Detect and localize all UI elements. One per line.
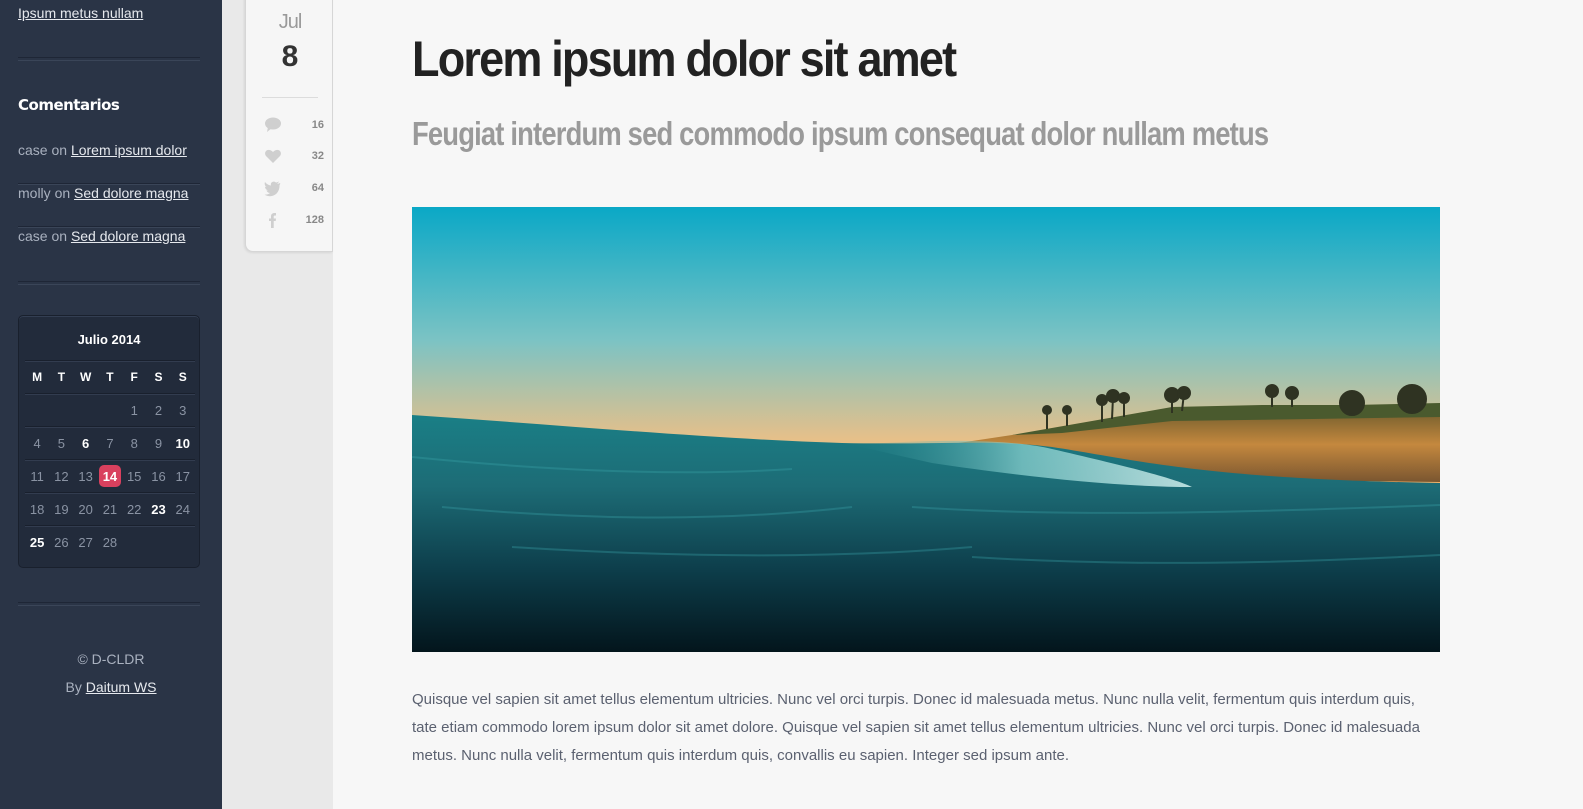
calendar-empty-day [146, 526, 170, 558]
facebook-count: 128 [305, 214, 324, 226]
comment-sep: on [51, 228, 68, 244]
calendar-day: 16 [151, 468, 166, 484]
calendar-day: 24 [175, 501, 190, 517]
calendar-day[interactable]: 6 [74, 427, 98, 459]
calendar-title: Julio 2014 [77, 332, 141, 347]
comment-author: case [18, 228, 48, 244]
facebook-icon [269, 213, 276, 228]
calendar-week-row: 18 19 20 21 22 23 24 [25, 492, 195, 524]
sidebar: Ipsum metus nullam Comentarios case on L… [0, 0, 222, 809]
footer-credit: By Daitum WS [0, 673, 222, 701]
divider [262, 97, 318, 98]
calendar-day: 4 [33, 435, 41, 451]
calendar-weekday: F [130, 370, 138, 384]
post-title: Lorem ipsum dolor sit amet [412, 31, 957, 87]
twitter-icon [264, 181, 281, 197]
calendar-day: 2 [154, 402, 163, 418]
comments-count: 16 [311, 119, 324, 131]
comment-item: case on Lorem ipsum dolor [18, 142, 200, 184]
calendar-day: 15 [126, 468, 142, 484]
calendar-weekday: S [154, 370, 163, 384]
calendar-day[interactable]: 25 [25, 526, 49, 558]
hero-image [412, 207, 1440, 652]
comments-heading: Comentarios [18, 96, 120, 114]
calendar-empty-day [49, 394, 73, 426]
calendar-today-badge[interactable]: 14 [98, 465, 121, 487]
calendar-day: 17 [175, 468, 190, 484]
comment-item: molly on Sed dolore magna [18, 185, 200, 227]
calendar-day: 1 [130, 402, 138, 418]
calendar-day: 7 [106, 435, 114, 451]
calendar-empty-day [74, 394, 98, 426]
divider [18, 57, 200, 61]
calendar-weekday: T [57, 370, 66, 384]
comment-item: case on Sed dolore magna [18, 228, 200, 270]
calendar-day: 8 [130, 435, 138, 451]
comments-stat[interactable]: 16 [264, 116, 324, 136]
calendar-day: 11 [30, 468, 44, 484]
footer-by: By [65, 679, 82, 695]
facebook-stat[interactable]: 128 [264, 211, 324, 231]
comment-link[interactable]: Lorem ipsum dolor [71, 142, 187, 158]
divider [18, 602, 200, 606]
calendar: Julio 2014 M T W T F S S 1 2 3 4 5 6 7 8 9 10 11 12 13 14 15 1… [18, 315, 200, 568]
comment-link[interactable]: Sed dolore magna [74, 185, 188, 201]
calendar-week-row: 11 12 13 14 15 16 17 [25, 459, 195, 491]
calendar-empty-day [122, 526, 146, 558]
calendar-day: 28 [102, 534, 118, 550]
post-date-month: Jul [278, 11, 303, 33]
footer: © D-CLDR By Daitum WS [0, 645, 222, 701]
post-meta: Jul 8 16 32 64 128 [245, 0, 333, 252]
calendar-week-row: 123 [25, 393, 195, 425]
calendar-empty-day [25, 394, 49, 426]
twitter-count: 64 [311, 182, 324, 194]
main-content: Lorem ipsum dolor sit amet Feugiat inter… [333, 0, 1583, 809]
calendar-weekday: W [80, 370, 92, 384]
calendar-empty-day [171, 526, 195, 558]
comment-author: case [18, 142, 48, 158]
calendar-day: 5 [57, 435, 66, 451]
calendar-day: 19 [54, 501, 69, 517]
calendar-weekday: M [32, 370, 43, 384]
footer-copyright: © D-CLDR [77, 651, 145, 667]
twitter-stat[interactable]: 64 [264, 179, 324, 199]
calendar-day: 22 [126, 501, 142, 517]
comment-sep: on [51, 142, 68, 158]
comment-sep: on [54, 185, 71, 201]
heart-icon [265, 149, 281, 163]
likes-count: 32 [311, 150, 324, 162]
footer-link[interactable]: Daitum WS [86, 679, 157, 695]
comment-link[interactable]: Sed dolore magna [71, 228, 185, 244]
comment-icon [265, 117, 281, 132]
calendar-day: 3 [179, 402, 187, 418]
calendar-day: 18 [29, 501, 45, 517]
calendar-day: 9 [154, 435, 163, 451]
post-subtitle: Feugiat interdum sed commodo ipsum conse… [412, 115, 1269, 152]
calendar-day: 20 [78, 501, 93, 517]
sidebar-top-link[interactable]: Ipsum metus nullam [18, 5, 143, 21]
calendar-week-row: 4 5 6 7 8 9 10 [25, 426, 195, 458]
likes-stat[interactable]: 32 [264, 147, 324, 167]
calendar-day[interactable]: 10 [171, 427, 195, 459]
calendar-day: 12 [54, 468, 69, 484]
post-body: Quisque vel sapien sit amet tellus eleme… [412, 691, 1420, 764]
calendar-weekday: S [178, 370, 187, 384]
comment-author: molly [18, 185, 51, 201]
calendar-weekday-row: MTWTFSS [25, 360, 195, 392]
divider [18, 281, 200, 285]
calendar-weekday: T [106, 370, 114, 384]
ocean-wave-image [412, 207, 1440, 652]
calendar-day[interactable]: 23 [146, 493, 170, 525]
calendar-day: 13 [78, 468, 93, 484]
calendar-day: 26 [54, 534, 69, 550]
calendar-day: 21 [102, 501, 118, 517]
calendar-empty-day [98, 394, 122, 426]
post-date-day: 8 [281, 40, 299, 73]
calendar-day[interactable]: 14 [98, 460, 122, 492]
calendar-day: 27 [78, 534, 93, 550]
calendar-week-row: 25 26 27 28 [25, 525, 195, 557]
